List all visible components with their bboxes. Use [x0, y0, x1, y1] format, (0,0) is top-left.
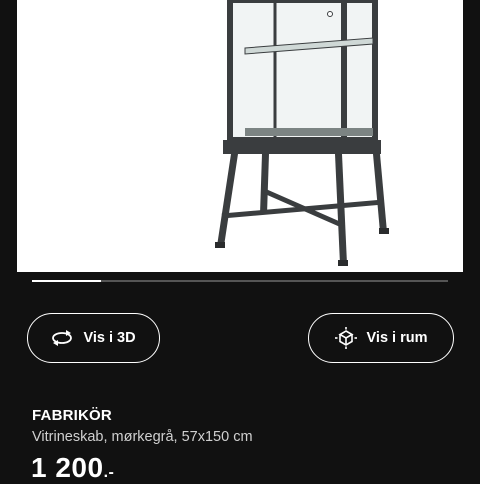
price-amount: 1 200: [31, 452, 104, 483]
product-name[interactable]: FABRIKÖR: [32, 407, 112, 424]
ar-cube-icon: [334, 327, 357, 349]
view-in-room-button[interactable]: Vis i rum: [308, 313, 454, 363]
price-suffix: .-: [103, 464, 115, 481]
carousel-progress-track[interactable]: [32, 280, 448, 282]
cabinet-illustration: [215, 0, 389, 266]
carousel-progress-fill: [32, 280, 101, 282]
view-3d-button[interactable]: Vis i 3D: [27, 313, 160, 363]
view-in-room-label: Vis i rum: [366, 330, 428, 346]
view-3d-label: Vis i 3D: [83, 330, 136, 346]
product-description: Vitrineskab, mørkegrå, 57x150 cm: [32, 429, 253, 445]
product-price: 1 200.-: [31, 452, 114, 484]
rotate-3d-icon: [51, 327, 73, 349]
product-image[interactable]: [17, 0, 463, 272]
